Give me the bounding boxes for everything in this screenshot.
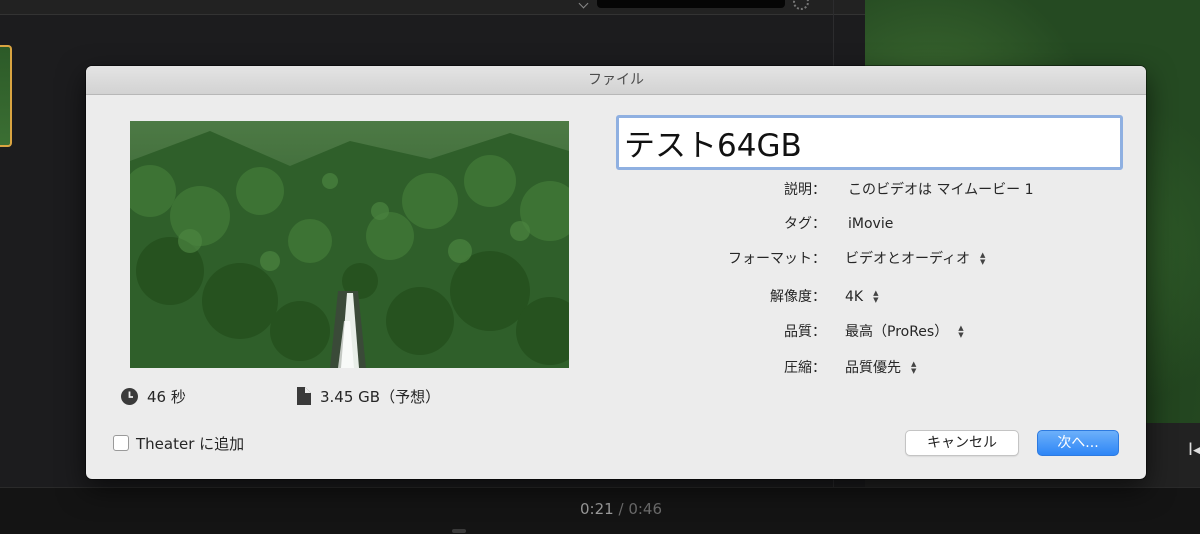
stepper-arrows-icon: ▲ ▼ — [980, 251, 986, 266]
format-row: フォーマット： ビデオとオーディオ ▲ ▼ — [616, 247, 1126, 271]
filesize-info: 3.45 GB（予想） — [296, 386, 440, 406]
stepper-arrows-icon: ▲ ▼ — [958, 324, 964, 339]
format-label: フォーマット： — [728, 251, 826, 267]
resolution-label: 解像度： — [770, 289, 826, 305]
video-preview-thumbnail — [130, 121, 569, 368]
dialog-title: ファイル — [86, 66, 1146, 95]
next-button[interactable]: 次へ... — [1037, 430, 1119, 456]
resolution-value: 4K — [845, 289, 864, 305]
quality-value: 最高（ProRes） — [845, 324, 949, 340]
duration-value: 46 秒 — [147, 387, 186, 406]
timecode-total: 0:46 — [628, 500, 662, 518]
skip-back-icon: I◂ — [1188, 440, 1200, 460]
resolution-popup[interactable]: 4K ▲ ▼ — [845, 285, 878, 309]
clip-thumbnail — [0, 45, 12, 147]
clock-icon — [121, 387, 138, 405]
quality-row: 品質： 最高（ProRes） ▲ ▼ — [616, 320, 1126, 344]
stepper-arrows-icon: ▲ ▼ — [873, 289, 879, 304]
timecode-display: 0:21 / 0:46 — [0, 500, 1200, 518]
quality-label: 品質： — [784, 324, 826, 340]
filesize-value: 3.45 GB（予想） — [320, 387, 441, 406]
compression-value: 品質優先 — [845, 360, 901, 376]
description-field[interactable]: このビデオは マイムービー 1 — [848, 178, 1034, 202]
tags-row: タグ： iMovie — [616, 212, 1126, 236]
theater-label: Theater に追加 — [136, 434, 245, 453]
compression-row: 圧縮： 品質優先 ▲ ▼ — [616, 356, 1126, 380]
format-popup[interactable]: ビデオとオーディオ ▲ ▼ — [845, 247, 985, 271]
stepper-arrows-icon: ▲ ▼ — [911, 360, 917, 375]
theater-checkbox[interactable] — [113, 435, 129, 451]
cancel-button[interactable]: キャンセル — [905, 430, 1019, 456]
timeline-handle — [452, 529, 466, 533]
description-label: 説明： — [784, 182, 826, 198]
export-file-dialog: ファイル 46 秒 3.45 GB（予想） テスト64GB 説明： このビデオは… — [86, 66, 1146, 479]
title-input[interactable] — [616, 115, 1123, 170]
resolution-row: 解像度： 4K ▲ ▼ — [616, 285, 1126, 309]
background-search-field — [597, 0, 785, 8]
duration-info: 46 秒 — [121, 386, 186, 406]
format-value: ビデオとオーディオ — [845, 251, 971, 267]
file-icon — [296, 387, 311, 405]
tags-label: タグ： — [784, 216, 826, 232]
description-row: 説明： このビデオは マイムービー 1 — [616, 178, 1126, 202]
timecode-current: 0:21 — [580, 500, 614, 518]
add-to-theater-option[interactable]: Theater に追加 — [113, 433, 244, 453]
quality-popup[interactable]: 最高（ProRes） ▲ ▼ — [845, 320, 964, 344]
compression-popup[interactable]: 品質優先 ▲ ▼ — [845, 356, 916, 380]
timecode-separator: / — [618, 500, 624, 518]
tags-field[interactable]: iMovie — [848, 212, 893, 236]
compression-label: 圧縮： — [784, 360, 826, 376]
